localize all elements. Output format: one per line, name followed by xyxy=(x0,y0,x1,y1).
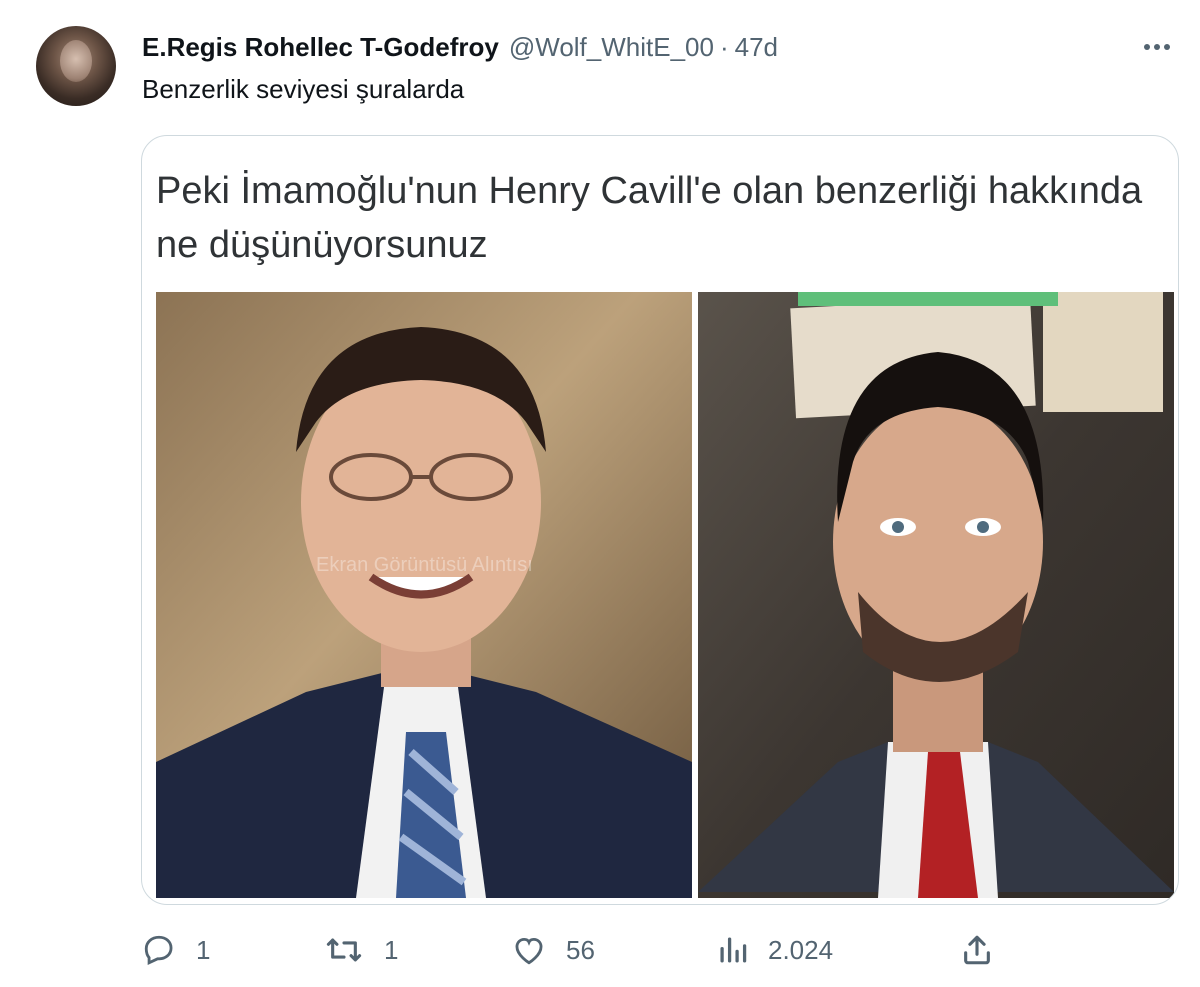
photo-grid: Ekran Görüntüsü Alıntısı xyxy=(156,292,1174,898)
reply-button[interactable]: 1 xyxy=(142,928,210,972)
avatar-face xyxy=(60,40,92,82)
reply-count: 1 xyxy=(196,934,211,965)
views-count: 2.024 xyxy=(768,934,834,965)
like-button[interactable]: 56 xyxy=(512,928,595,972)
photo-right-illustration xyxy=(698,292,1174,898)
avatar[interactable] xyxy=(36,26,116,106)
tweet-text: Benzerlik seviyesi şuralarda xyxy=(142,74,465,104)
views-button[interactable]: 2.024 xyxy=(718,928,833,972)
quoted-content-card[interactable]: Peki İmamoğlu'nun Henry Cavill'e olan be… xyxy=(141,135,1179,905)
like-count: 56 xyxy=(566,934,595,965)
reply-icon xyxy=(142,933,176,967)
heart-icon xyxy=(512,933,546,967)
watermark-text: Ekran Görüntüsü Alıntısı xyxy=(316,554,533,576)
author-name[interactable]: E.Regis Rohellec T-Godefroy xyxy=(142,32,499,63)
tweet-header: E.Regis Rohellec T-Godefroy @Wolf_WhitE_… xyxy=(142,30,778,64)
separator-dot: · xyxy=(719,31,729,62)
action-bar: 1 1 56 2.024 xyxy=(0,928,1200,972)
photo-left[interactable]: Ekran Görüntüsü Alıntısı xyxy=(156,292,692,898)
retweet-count: 1 xyxy=(384,934,399,965)
share-button[interactable] xyxy=(960,928,994,972)
more-horizontal-icon xyxy=(1143,43,1171,51)
photo-right[interactable] xyxy=(698,292,1174,898)
retweet-icon xyxy=(324,933,364,967)
quote-text: Peki İmamoğlu'nun Henry Cavill'e olan be… xyxy=(156,170,1143,266)
views-icon xyxy=(718,933,748,967)
author-handle[interactable]: @Wolf_WhitE_00 xyxy=(509,32,714,63)
tweet-timestamp[interactable]: 47d xyxy=(735,32,778,63)
retweet-button[interactable]: 1 xyxy=(324,928,398,972)
share-icon xyxy=(960,933,994,967)
photo-left-illustration xyxy=(156,292,692,898)
more-options-button[interactable] xyxy=(1140,30,1174,64)
